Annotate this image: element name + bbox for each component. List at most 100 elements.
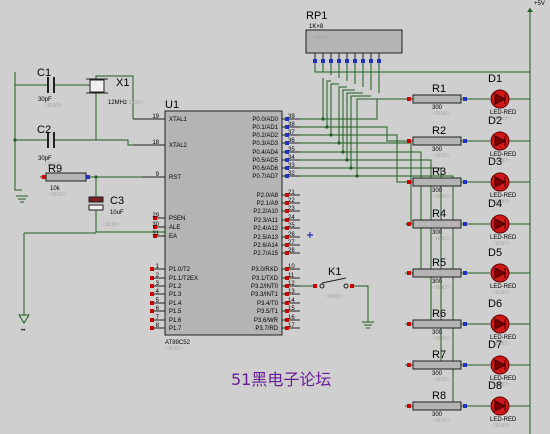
led-ref: D7 [488,339,502,351]
pin-name: P1.2 [169,284,182,290]
rp1-pin-marker [321,59,325,63]
wire-junction [345,158,349,162]
wire-junction [94,175,98,179]
led-value: LED-RED [490,417,517,423]
pin-number: 28 [288,248,295,254]
k1-contact [319,283,325,289]
p0-bus-wire [300,95,371,169]
pin-marker [463,97,467,101]
wire-junction [321,117,325,121]
pin-number: 38 [288,122,295,128]
pin-number: 32 [288,171,295,177]
text-placeholder: <TEXT> [44,104,63,109]
text-placeholder: <TEXT> [492,424,511,429]
text-placeholder: <TEXT> [432,195,451,200]
k1-gnd-wire [352,285,369,322]
vcc-arrow [527,8,533,12]
rp1-body [305,29,403,54]
rp1-pin-marker [313,59,317,63]
xtal2-wire [96,139,133,146]
pin-marker [150,284,154,288]
pin-marker [463,271,467,275]
pin-marker [150,301,154,305]
c2-value: 30pF [38,156,52,162]
wire-junction [325,125,329,129]
pin-marker [463,180,467,184]
pin-number: 15 [288,306,295,312]
resistor-body [412,268,462,278]
led-value: LED-RED [490,284,517,290]
pin-name: P0.1/AD1 [252,125,278,131]
pin-name: P1.3 [169,292,182,298]
r9-ref: R9 [48,163,62,175]
pin-name: P3.6/WR [254,318,279,324]
text-placeholder: <TEXT> [432,419,451,424]
pin-number: 30 [152,222,159,228]
channel-wire [339,142,412,225]
pin-name: P2.3/A11 [254,218,279,224]
pin-name: P1.7 [169,326,182,332]
led-ref: D6 [488,298,502,310]
pin-number: 37 [288,130,295,136]
pin-marker [463,404,467,408]
resistor-body [412,401,462,411]
pin-name: RST [169,175,181,181]
resistor-ref: R2 [432,125,446,137]
watermark-text: 51黑电子论坛 [231,370,331,389]
pin-name: P1.1/T2EX [169,276,198,282]
channel-wire [323,98,405,120]
led-ref: D1 [488,73,502,85]
pin-number: 26 [288,232,295,238]
pin-number: 36 [288,138,295,144]
vcc-label: +5V [534,1,545,7]
pin-marker [463,139,467,143]
wire-junction [337,141,341,145]
resistor-value: 300 [432,147,443,153]
pin-name: P2.0/A8 [257,193,279,199]
led-ref: D4 [488,198,502,210]
resistor-ref: R7 [432,349,446,361]
ground-symbol [362,321,374,329]
c1-ref: C1 [37,67,51,79]
pin-name: P3.0/RXD [251,267,278,273]
pin-marker [407,363,411,367]
wire-junction [13,138,17,142]
pin-name: P0.3/AD3 [252,141,278,147]
rp1-pin-marker [377,59,381,63]
pin-name: P3.4/T0 [257,301,279,307]
text-placeholder: <TEXT> [48,193,67,198]
pin-marker [150,267,154,271]
pin-number: 27 [288,240,295,246]
mcu-ref: U1 [165,99,179,111]
pin-name: P0.2/AD2 [252,133,278,139]
gnd-left-wire [14,72,22,191]
pin-marker [407,271,411,275]
terminal-dots: •• [21,328,25,334]
pin-number: 14 [288,298,295,304]
pin-name: P1.6 [169,318,182,324]
pin-name: P2.2/A10 [253,209,278,215]
pin-marker [150,309,154,313]
pin-number: 21 [288,190,295,196]
text-placeholder: <TEXT> [432,112,451,117]
pin-marker [407,180,411,184]
crystal-body [89,79,105,93]
channel-wire [331,134,405,183]
resistor-body [412,219,462,229]
c3-value: 10uF [110,210,124,216]
wire-junction [355,174,359,178]
text-placeholder: <TEXT> [432,154,451,159]
pin-marker [407,139,411,143]
pin-marker [407,322,411,326]
c1-value: 30pF [38,97,52,103]
wire-junction [329,133,333,137]
resistor-value: 300 [432,105,443,111]
pin-marker [150,318,154,322]
resistor-value: 300 [432,230,443,236]
c3-plate-pos [88,196,104,203]
resistor-body [412,136,462,146]
k1-lever [321,277,347,284]
text-placeholder: <TEXT> [165,347,184,352]
k1-contact [343,283,349,289]
channel-wire [343,151,422,274]
